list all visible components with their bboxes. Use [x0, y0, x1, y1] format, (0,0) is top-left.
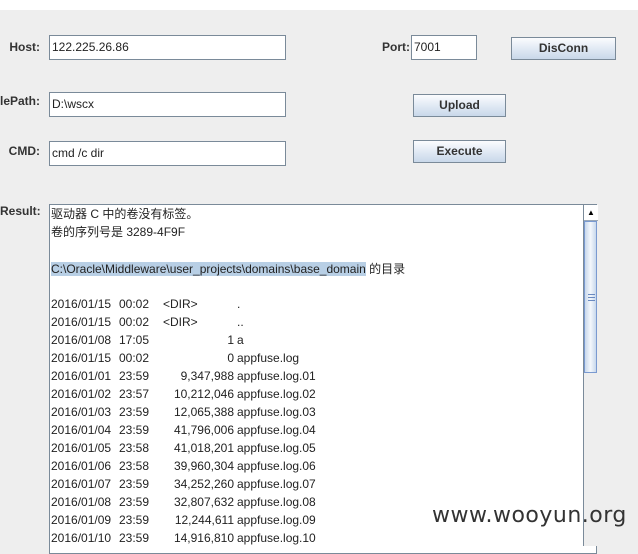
row-name: a [237, 333, 244, 347]
row-date: 2016/01/05 [51, 441, 112, 455]
row-date: 2016/01/02 [51, 387, 112, 401]
scrollbar-thumb[interactable] [584, 221, 597, 373]
cmd-label: CMD: [8, 144, 40, 158]
dir-listing-row: 2016/01/15 00:02 <DIR>. [51, 295, 581, 313]
row-date: 2016/01/07 [51, 477, 112, 491]
result-textarea[interactable]: 驱动器 C 中的卷没有标签。 卷的序列号是 3289-4F9F C:\Oracl… [49, 204, 597, 554]
row-name: appfuse.log.03 [237, 405, 316, 419]
row-time: 23:58 [119, 459, 150, 473]
scroll-up-arrow-icon[interactable]: ▲ [584, 205, 598, 221]
row-time: 23:59 [119, 369, 150, 383]
row-size: 12,065,388 [173, 405, 234, 419]
grip-icon [588, 294, 595, 301]
row-name: appfuse.log.05 [237, 441, 316, 455]
row-time: 00:02 [119, 297, 150, 311]
row-name: appfuse.log.08 [237, 495, 316, 509]
dir-listing-row: 2016/01/05 23:58 41,018,201 appfuse.log.05 [51, 439, 581, 457]
dir-listing-row: 2016/01/01 23:59 9,347,988 appfuse.log.01 [51, 367, 581, 385]
upload-button[interactable]: Upload [413, 94, 506, 117]
host-label: Host: [9, 40, 40, 54]
row-time: 23:59 [119, 423, 150, 437]
row-size: 41,018,201 [173, 441, 234, 455]
row-name: appfuse.log.01 [237, 369, 316, 383]
row-name: appfuse.log.09 [237, 513, 316, 527]
dir-listing-row: 2016/01/06 23:58 39,960,304 appfuse.log.06 [51, 457, 581, 475]
row-type: <DIR> [163, 297, 198, 311]
row-name: appfuse.log.10 [237, 531, 316, 545]
row-time: 23:59 [119, 495, 150, 509]
port-input[interactable]: 7001 [411, 35, 477, 60]
row-date: 2016/01/15 [51, 315, 112, 329]
dir-listing-row: 2016/01/08 17:05 1 a [51, 331, 581, 349]
row-name: appfuse.log.04 [237, 423, 316, 437]
row-time: 23:57 [119, 387, 150, 401]
filepath-input[interactable]: D:\wscx [49, 92, 286, 117]
row-time: 23:59 [119, 513, 150, 527]
row-name: .. [237, 315, 244, 329]
row-name: appfuse.log [237, 351, 300, 365]
row-date: 2016/01/15 [51, 297, 112, 311]
dir-listing-row: 2016/01/04 23:59 41,796,006 appfuse.log.04 [51, 421, 581, 439]
dir-listing-row: 2016/01/15 00:02 <DIR>.. [51, 313, 581, 331]
row-size: 14,916,810 [173, 531, 234, 545]
row-date: 2016/01/09 [51, 513, 112, 527]
dir-listing-row: 2016/01/10 23:59 14,916,810 appfuse.log.10 [51, 529, 581, 547]
result-dir-line: C:\Oracle\Middleware\user_projects\domai… [51, 260, 405, 278]
selected-path: C:\Oracle\Middleware\user_projects\domai… [51, 262, 366, 276]
dir-listing-row: 2016/01/07 23:59 34,252,260 appfuse.log.07 [51, 475, 581, 493]
row-name: appfuse.log.02 [237, 387, 316, 401]
dir-listing-row: 2016/01/03 23:59 12,065,388 appfuse.log.03 [51, 403, 581, 421]
row-date: 2016/01/08 [51, 333, 112, 347]
row-date: 2016/01/06 [51, 459, 112, 473]
row-size: 12,244,611 [174, 513, 234, 527]
host-input[interactable]: 122.225.26.86 [49, 35, 286, 60]
row-size: 34,252,260 [173, 477, 234, 491]
row-size: 32,807,632 [173, 495, 234, 509]
row-size: 1 [227, 333, 234, 347]
watermark: www.wooyun.org [432, 503, 627, 528]
row-date: 2016/01/10 [51, 531, 112, 545]
cmd-input[interactable]: cmd /c dir [49, 141, 286, 166]
execute-button[interactable]: Execute [413, 140, 506, 163]
dir-listing-row: 2016/01/15 00:02 0 appfuse.log [51, 349, 581, 367]
row-time: 00:02 [119, 351, 150, 365]
row-date: 2016/01/08 [51, 495, 112, 509]
port-label: Port: [382, 40, 410, 54]
vertical-scrollbar[interactable]: ▲ [583, 205, 598, 546]
result-serial-line: 卷的序列号是 3289-4F9F [51, 225, 186, 239]
row-time: 23:59 [119, 405, 150, 419]
filepath-label: lePath: [0, 94, 41, 108]
row-time: 17:05 [119, 333, 150, 347]
disconn-button[interactable]: DisConn [511, 37, 616, 60]
row-size: 10,212,046 [173, 387, 234, 401]
row-time: 23:58 [119, 441, 150, 455]
row-time: 00:02 [119, 315, 150, 329]
row-type: <DIR> [163, 315, 198, 329]
row-name: . [237, 297, 241, 311]
title-strip [0, 0, 638, 10]
row-size: 39,960,304 [173, 459, 234, 473]
row-date: 2016/01/04 [51, 423, 112, 437]
row-name: appfuse.log.06 [237, 459, 316, 473]
row-date: 2016/01/03 [51, 405, 112, 419]
row-date: 2016/01/15 [51, 351, 112, 365]
dir-suffix: 的目录 [365, 262, 406, 276]
row-name: appfuse.log.07 [237, 477, 316, 491]
row-size: 41,796,006 [173, 423, 234, 437]
row-time: 23:59 [119, 477, 150, 491]
row-size: 9,347,988 [180, 369, 234, 383]
row-date: 2016/01/01 [51, 369, 112, 383]
row-time: 23:59 [119, 531, 150, 545]
dir-listing-row: 2016/01/02 23:57 10,212,046 appfuse.log.02 [51, 385, 581, 403]
row-size: 0 [227, 351, 234, 365]
result-label: Result: [0, 204, 41, 218]
result-header-line: 驱动器 C 中的卷没有标签。 [51, 207, 199, 221]
